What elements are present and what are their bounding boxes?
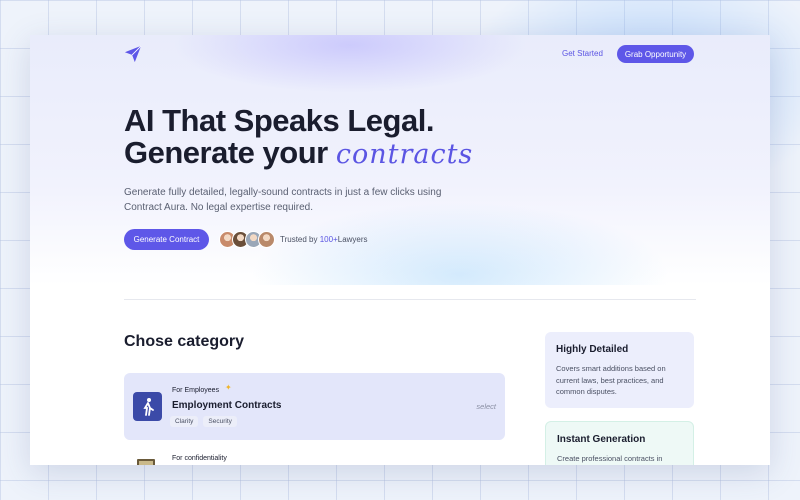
get-started-link[interactable]: Get Started xyxy=(562,49,603,58)
tag-security: Security xyxy=(203,416,237,427)
paper-plane-logo-icon[interactable] xyxy=(124,45,142,63)
trusted-suffix: Lawyers xyxy=(337,235,368,244)
hero-subtext: Generate fully detailed, legally-sound c… xyxy=(124,187,442,213)
feature-card-highly-detailed: Highly Detailed Covers smart additions b… xyxy=(545,332,694,408)
trusted-prefix: Trusted by xyxy=(280,235,320,244)
lawyer-avatars xyxy=(219,231,275,248)
landing-page-window: Get Started Grab Opportunity AI That Spe… xyxy=(30,35,770,465)
headline-line-1: AI That Speaks Legal. xyxy=(124,103,434,138)
category-tags: Clarity Security xyxy=(170,416,237,427)
hero-headline: AI That Speaks Legal. Generate your cont… xyxy=(124,105,473,171)
headline-line-2: Generate your contracts xyxy=(124,137,473,171)
feature-description: Create professional contracts in xyxy=(557,454,663,463)
headline-prefix: Generate your xyxy=(124,135,328,170)
category-kicker: For Employees xyxy=(172,387,220,394)
tag-clarity: Clarity xyxy=(170,416,199,427)
category-card-employment[interactable]: For Employees ✦ Employment Contracts Cla… xyxy=(124,373,505,440)
feature-title: Instant Generation xyxy=(557,434,646,445)
category-section-title: Chose category xyxy=(124,333,245,350)
sparkle-icon: ✦ xyxy=(225,383,232,392)
certificate-icon xyxy=(137,459,155,465)
grab-opportunity-button[interactable]: Grab Opportunity xyxy=(617,45,694,63)
category-title: Employment Contracts xyxy=(172,400,282,411)
generate-contract-button[interactable]: Generate Contract xyxy=(124,229,209,250)
avatar xyxy=(258,231,275,248)
feature-description: Covers smart additions based on current … xyxy=(556,364,666,396)
section-divider xyxy=(124,299,696,300)
feature-card-instant-generation: Instant Generation Create professional c… xyxy=(545,421,694,465)
trusted-count: 100+ xyxy=(319,235,338,244)
walking-person-icon xyxy=(133,392,162,421)
trusted-by-text: Trusted by 100+Lawyers xyxy=(280,235,368,244)
category-kicker-confidentiality[interactable]: For confidentiality xyxy=(172,455,227,462)
select-hint[interactable]: select xyxy=(476,402,496,411)
feature-title: Highly Detailed xyxy=(556,344,629,355)
headline-accent-word: contracts xyxy=(335,139,474,170)
